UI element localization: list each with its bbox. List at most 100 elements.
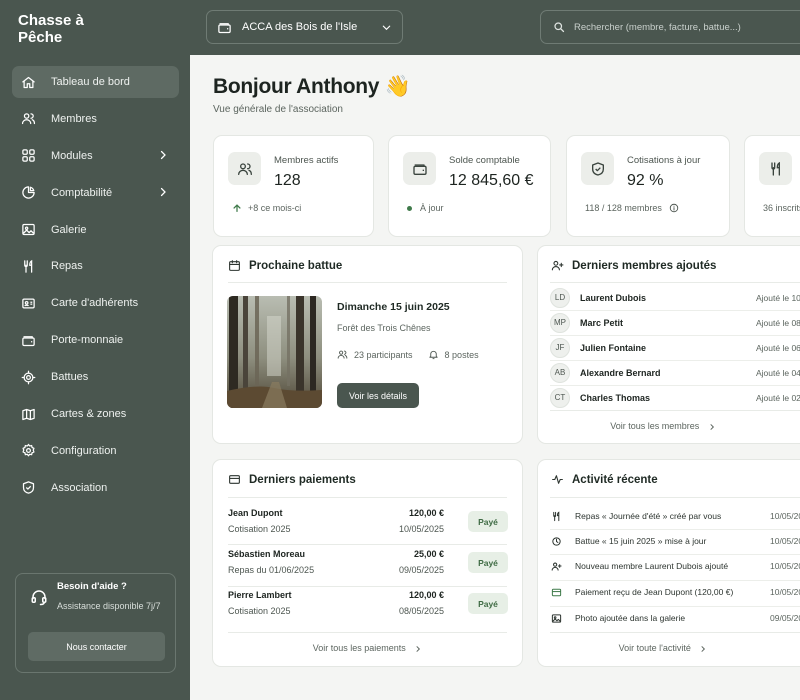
stat-status: À jour bbox=[407, 203, 444, 213]
view-all-members-link[interactable]: Voir tous les membres bbox=[538, 421, 788, 431]
member-added-date: Ajouté le 04/06/2025 bbox=[756, 367, 800, 378]
wallet-icon bbox=[217, 20, 232, 35]
sidebar-item-porte-monnaie[interactable]: Porte-monnaie bbox=[12, 324, 179, 356]
view-all-payments-link[interactable]: Voir tous les paiements bbox=[213, 643, 522, 653]
payment-row[interactable]: Pierre Lambert Cotisation 2025 120,00 € … bbox=[213, 590, 522, 631]
image-icon bbox=[20, 222, 36, 238]
payment-row[interactable]: Jean Dupont Cotisation 2025 120,00 € 10/… bbox=[213, 508, 522, 549]
sidebar-item-membres[interactable]: Membres bbox=[12, 103, 179, 135]
help-box: Besoin d'aide ? Assistance disponible 7j… bbox=[15, 573, 176, 673]
card-title-text: Prochaine battue bbox=[249, 259, 343, 272]
sidebar-item-configuration[interactable]: Configuration bbox=[12, 435, 179, 467]
stat-card-repas[interactable]: 36 inscrits bbox=[744, 135, 800, 237]
sidebar-item-battues[interactable]: Battues bbox=[12, 361, 179, 393]
stat-label: Solde comptable bbox=[449, 155, 520, 166]
payer-name: Jean Dupont bbox=[228, 508, 283, 518]
sidebar-item-association[interactable]: Association bbox=[12, 472, 179, 504]
member-name: Marc Petit bbox=[580, 317, 624, 328]
credit-card-icon bbox=[551, 587, 562, 598]
card-title: Derniers membres ajoutés bbox=[551, 259, 716, 272]
sidebar-item-tableau-de-bord[interactable]: Tableau de bord bbox=[12, 66, 179, 98]
shield-check-icon bbox=[581, 152, 614, 185]
view-all-activity-link[interactable]: Voir toute l'activité bbox=[538, 643, 788, 653]
stat-card-members[interactable]: Membres actifs 128 +8 ce mois-ci bbox=[213, 135, 374, 237]
card-title: Derniers paiements bbox=[228, 473, 356, 486]
member-name: Alexandre Bernard bbox=[580, 367, 661, 378]
brand-line-1: Chasse à bbox=[18, 12, 84, 29]
sidebar-item-comptabilite[interactable]: Comptabilité bbox=[12, 177, 179, 209]
contact-button[interactable]: Nous contacter bbox=[28, 632, 165, 661]
payer-name: Pierre Lambert bbox=[228, 590, 292, 600]
sidebar-item-carte-adherents[interactable]: Carte d'adhérents bbox=[12, 287, 179, 319]
sidebar-item-label: Association bbox=[51, 481, 108, 494]
status-dot bbox=[407, 205, 412, 211]
payment-amount: 25,00 € bbox=[413, 549, 444, 559]
payment-description: Cotisation 2025 bbox=[228, 524, 291, 534]
member-row[interactable]: CT Charles Thomas Ajouté le 02/06/2025 bbox=[538, 385, 800, 410]
sidebar-item-cartes-zones[interactable]: Cartes & zones bbox=[12, 398, 179, 430]
view-details-button[interactable]: Voir les détails bbox=[337, 383, 419, 408]
sidebar-item-label: Membres bbox=[51, 112, 97, 125]
activity-row[interactable]: Paiement reçu de Jean Dupont (120,00 €) … bbox=[538, 579, 800, 605]
posts-count: 8 postes bbox=[444, 349, 479, 360]
stat-foot-text: 36 inscrits bbox=[763, 203, 800, 213]
activity-text: Nouveau membre Laurent Dubois ajouté bbox=[575, 561, 729, 571]
status-badge: Payé bbox=[468, 552, 508, 573]
member-added-date: Ajouté le 10/06/2025 bbox=[756, 292, 800, 303]
card-title: Prochaine battue bbox=[228, 259, 342, 272]
id-card-icon bbox=[20, 295, 36, 311]
stat-card-cotisations[interactable]: Cotisations à jour 92 % 118 / 128 membre… bbox=[566, 135, 730, 237]
sidebar-item-galerie[interactable]: Galerie bbox=[12, 214, 179, 246]
stat-detail: 118 / 128 membres bbox=[585, 203, 679, 213]
member-name: Laurent Dubois bbox=[580, 292, 647, 303]
brand-logo[interactable]: Chasse à Pêche bbox=[18, 12, 128, 46]
association-selector[interactable]: ACCA des Bois de l'Isle bbox=[206, 10, 403, 44]
utensils-icon bbox=[551, 511, 562, 522]
info-icon[interactable] bbox=[669, 203, 679, 213]
member-name: Julien Fontaine bbox=[580, 342, 647, 353]
map-icon bbox=[20, 406, 36, 422]
credit-card-icon bbox=[228, 473, 241, 486]
avatar: JF bbox=[550, 337, 570, 358]
link-text: Voir toute l'activité bbox=[618, 643, 691, 653]
sidebar-item-repas[interactable]: Repas bbox=[12, 250, 179, 282]
divider bbox=[228, 497, 507, 498]
activity-row[interactable]: Nouveau membre Laurent Dubois ajouté 10/… bbox=[538, 553, 800, 579]
member-row[interactable]: JF Julien Fontaine Ajouté le 06/06/2025 bbox=[538, 335, 800, 360]
member-row[interactable]: LD Laurent Dubois Ajouté le 10/06/2025 bbox=[538, 285, 800, 310]
member-added-date: Ajouté le 06/06/2025 bbox=[756, 342, 800, 353]
utensils-icon bbox=[20, 258, 36, 274]
member-row[interactable]: MP Marc Petit Ajouté le 08/06/2025 bbox=[538, 310, 800, 335]
member-added-date: Ajouté le 02/06/2025 bbox=[756, 392, 800, 403]
sidebar-item-label: Porte-monnaie bbox=[51, 334, 124, 347]
sidebar-item-modules[interactable]: Modules bbox=[12, 140, 179, 172]
association-name: ACCA des Bois de l'Isle bbox=[242, 21, 358, 33]
page-subtitle: Vue générale de l'association bbox=[213, 104, 343, 115]
activity-date: 09/05/2025 bbox=[770, 613, 800, 623]
sidebar-item-label: Battues bbox=[51, 371, 89, 384]
stat-value: 128 bbox=[274, 172, 301, 189]
status-badge: Payé bbox=[468, 511, 508, 532]
search-input[interactable]: Rechercher (membre, facture, battue...) bbox=[540, 10, 800, 44]
payment-amount: 120,00 € bbox=[408, 508, 444, 518]
member-name: Charles Thomas bbox=[580, 392, 651, 403]
help-title: Besoin d'aide ? bbox=[57, 581, 127, 592]
member-row[interactable]: AB Alexandre Bernard Ajouté le 04/06/202… bbox=[538, 360, 800, 385]
utensils-icon bbox=[759, 152, 792, 185]
home-icon bbox=[20, 74, 36, 90]
activity-row[interactable]: Battue « 15 juin 2025 » mise à jour 10/0… bbox=[538, 528, 800, 554]
gear-icon bbox=[20, 443, 36, 459]
forest-photo[interactable] bbox=[227, 296, 322, 408]
stat-foot-text: 118 / 128 membres bbox=[585, 203, 662, 213]
user-plus-icon bbox=[551, 259, 564, 272]
payment-row[interactable]: Sébastien Moreau Repas du 01/06/2025 25,… bbox=[213, 549, 522, 590]
chevron-right-icon bbox=[699, 645, 707, 653]
sidebar-item-label: Carte d'adhérents bbox=[51, 297, 139, 310]
activity-row[interactable]: Photo ajoutée dans la galerie 09/05/2025 bbox=[538, 605, 800, 631]
stat-label: Cotisations à jour bbox=[627, 155, 701, 166]
target-icon bbox=[551, 536, 562, 547]
stat-card-balance[interactable]: Solde comptable 12 845,60 € À jour bbox=[388, 135, 551, 237]
activity-row[interactable]: Repas « Journée d'été » créé par vous 10… bbox=[538, 503, 800, 529]
sidebar-item-label: Cartes & zones bbox=[51, 408, 127, 421]
activity-text: Photo ajoutée dans la galerie bbox=[575, 613, 686, 623]
